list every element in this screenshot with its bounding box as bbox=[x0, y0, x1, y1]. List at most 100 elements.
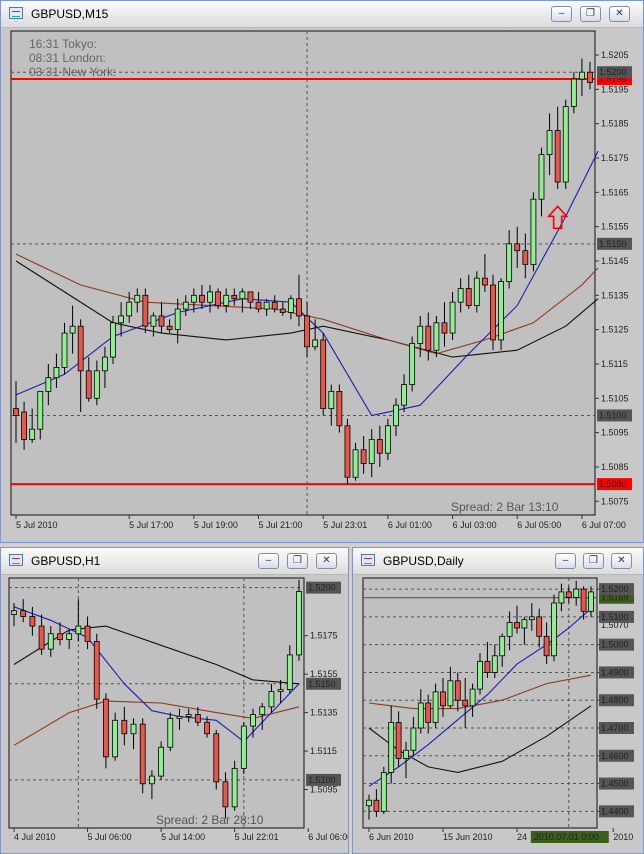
y-tick-label: 1.5075 bbox=[601, 496, 629, 506]
candle-body bbox=[588, 591, 594, 612]
candle-body bbox=[126, 301, 133, 317]
candle-body bbox=[150, 315, 157, 327]
candle-body bbox=[469, 688, 476, 707]
y-tick-label: 1.5205 bbox=[601, 50, 629, 60]
candle-body bbox=[75, 625, 82, 635]
y-tick-label: 1.5175 bbox=[601, 153, 629, 163]
candle-body bbox=[158, 315, 165, 327]
candle-body bbox=[440, 691, 446, 707]
chart-window-m15[interactable]: GBPUSD,M15 – ❐ ✕ 1.5205 1.5195 1.5185 1.517… bbox=[0, 0, 644, 543]
daily-candlestick-chart[interactable]: 1.5200 1.5100 1.5000 1.4900 1.4800 1.4700 1.46… bbox=[353, 575, 643, 853]
candle-body bbox=[514, 622, 520, 629]
close-button[interactable]: ✕ bbox=[609, 6, 630, 22]
candle-body bbox=[506, 622, 513, 637]
candle-body bbox=[204, 721, 210, 735]
candle-body bbox=[360, 449, 367, 464]
candle-body bbox=[395, 722, 402, 759]
price-label: 1.5100 bbox=[599, 410, 627, 420]
candle-body bbox=[491, 655, 498, 673]
restore-button[interactable]: ❐ bbox=[287, 553, 308, 569]
candle-body bbox=[130, 723, 137, 735]
price-label: 1.5100 bbox=[308, 775, 336, 785]
candle-body bbox=[498, 281, 504, 341]
candle-body bbox=[373, 799, 380, 812]
candle-body bbox=[239, 291, 246, 300]
candle-body bbox=[255, 301, 262, 310]
candle-body bbox=[562, 106, 569, 183]
candle-body bbox=[570, 78, 577, 107]
close-button[interactable]: ✕ bbox=[316, 553, 337, 569]
chart-window-icon bbox=[361, 554, 375, 566]
candle-body bbox=[296, 298, 302, 317]
candle-body bbox=[454, 680, 461, 701]
candle-body bbox=[546, 130, 553, 155]
candle-body bbox=[425, 702, 432, 723]
candle-body bbox=[565, 591, 572, 598]
chart-window-h1[interactable]: GBPUSD,H1 – ❐ ✕ 1.5175 1.5155 1.5135 1.5115… bbox=[0, 547, 349, 854]
candle-body bbox=[268, 691, 275, 708]
candle-body bbox=[199, 294, 205, 303]
price-label: 1.4500 bbox=[601, 779, 629, 789]
price-label: 1.4400 bbox=[601, 806, 629, 816]
candle-body bbox=[579, 71, 585, 80]
candle-body bbox=[380, 772, 387, 812]
candle-body bbox=[587, 71, 593, 83]
x-tick-label: 15 Jun 2010 bbox=[443, 832, 493, 842]
candle-body bbox=[53, 366, 60, 379]
x-tick-label: 6 Jul 06:00 bbox=[308, 832, 348, 842]
candle-body bbox=[457, 288, 464, 303]
window-titlebar[interactable]: GBPUSD,H1 – ❐ ✕ bbox=[1, 548, 348, 575]
y-tick-label: 1.5135 bbox=[601, 290, 629, 300]
candle-body bbox=[506, 243, 513, 282]
y-tick-label: 1.5155 bbox=[601, 222, 629, 232]
candle-body bbox=[499, 635, 506, 657]
h1-candlestick-chart[interactable]: 1.5175 1.5155 1.5135 1.5115 1.5095 4 Jul 2010… bbox=[1, 575, 348, 853]
candle-body bbox=[69, 325, 76, 334]
restore-button[interactable]: ❐ bbox=[583, 553, 604, 569]
window-titlebar[interactable]: GBPUSD,Daily – ❐ ✕ bbox=[353, 548, 643, 575]
window-title: GBPUSD,H1 bbox=[31, 554, 101, 568]
candle-body bbox=[38, 625, 45, 650]
candle-body bbox=[417, 702, 424, 729]
chart-window-icon bbox=[9, 7, 23, 19]
candle-body bbox=[344, 425, 351, 478]
close-button[interactable]: ✕ bbox=[611, 553, 632, 569]
candle-body bbox=[158, 746, 164, 777]
chart-window-daily[interactable]: GBPUSD,Daily – ❐ ✕ 1.5200 1.5100 1.5000 1.4… bbox=[352, 547, 644, 854]
window-title: GBPUSD,Daily bbox=[383, 554, 464, 568]
candle-body bbox=[13, 408, 19, 416]
candle-body bbox=[352, 449, 359, 478]
candle-body bbox=[287, 298, 294, 313]
candle-body bbox=[580, 588, 587, 612]
minimize-button[interactable]: – bbox=[258, 553, 279, 569]
x-tick-label: 6 Jul 03:00 bbox=[453, 520, 497, 530]
candle-body bbox=[166, 325, 173, 331]
candle-body bbox=[376, 439, 383, 454]
candle-body bbox=[388, 722, 395, 773]
price-label: 1.5200 bbox=[308, 583, 336, 593]
candle-body bbox=[368, 439, 375, 464]
candle-body bbox=[142, 294, 149, 327]
restore-button[interactable]: ❐ bbox=[580, 6, 601, 22]
candle-body bbox=[250, 714, 256, 727]
candle-body bbox=[320, 339, 327, 409]
candle-body bbox=[222, 781, 229, 808]
minimize-button[interactable]: – bbox=[555, 553, 576, 569]
candle-body bbox=[573, 588, 580, 598]
candle-body bbox=[286, 654, 293, 690]
price-label: 1.4900 bbox=[601, 667, 629, 677]
window-titlebar[interactable]: GBPUSD,M15 – ❐ ✕ bbox=[1, 1, 643, 28]
candle-body bbox=[20, 610, 27, 617]
spread-bar-info: Spread: 2 Bar 28:10 bbox=[156, 813, 264, 827]
m15-candlestick-chart[interactable]: 1.5205 1.5195 1.5185 1.5175 1.5165 1.5155 1.51… bbox=[1, 28, 643, 542]
candle-body bbox=[223, 294, 230, 307]
candle-body bbox=[93, 641, 100, 700]
candle-body bbox=[409, 342, 416, 385]
candle-body bbox=[538, 154, 545, 200]
y-tick-label: 1.5105 bbox=[601, 393, 629, 403]
candle-body bbox=[336, 391, 343, 427]
y-tick-label: 1.5095 bbox=[601, 428, 629, 438]
x-tick-label: 4 Jul 2010 bbox=[14, 832, 56, 842]
price-label: 1.5200 bbox=[601, 584, 629, 594]
minimize-button[interactable]: – bbox=[551, 6, 572, 22]
